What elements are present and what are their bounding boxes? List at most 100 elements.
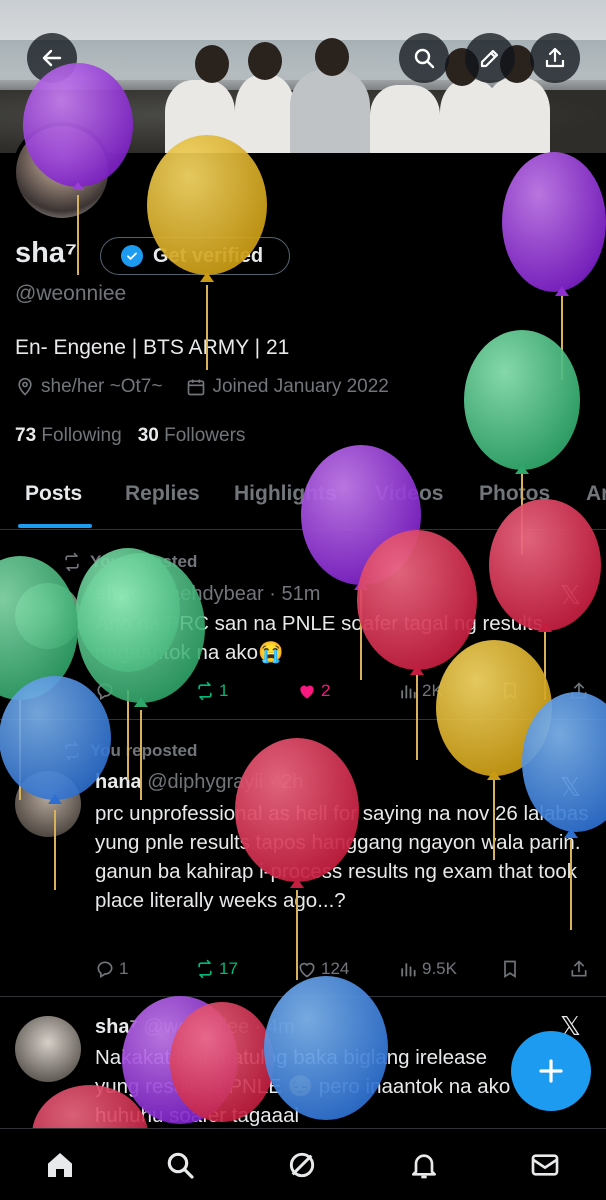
tab-photos[interactable]: Photos [479, 482, 550, 506]
like-count: 124 [321, 959, 350, 978]
banner-person [235, 75, 295, 153]
heart-filled-icon [300, 685, 314, 699]
joined-text: Joined January 2022 [212, 376, 389, 397]
banner-person [165, 80, 235, 153]
repost-button[interactable]: 1 [195, 681, 228, 701]
reply-count: 1 [119, 959, 129, 978]
bookmark-icon [504, 960, 516, 979]
bottom-navigation [0, 1128, 606, 1200]
repost-icon [198, 959, 212, 979]
banner-person [485, 78, 550, 153]
get-verified-label: Get verified [153, 244, 264, 267]
following-link[interactable]: 73 Following [15, 425, 122, 447]
pencil-icon [480, 49, 499, 68]
back-button[interactable] [27, 33, 77, 83]
post-author-name[interactable]: sha⁷ [95, 1016, 138, 1038]
post-author-avatar[interactable] [15, 583, 81, 649]
share-icon [571, 682, 587, 699]
post-author-avatar[interactable] [15, 1016, 81, 1082]
views-button[interactable]: 9.5K [398, 959, 457, 979]
search-icon[interactable] [164, 1149, 196, 1181]
banner-person-head [195, 45, 229, 83]
post-author-handle: @taehdybear [143, 583, 264, 605]
views-icon [401, 963, 416, 977]
post-text: prc unprofessional as hell for saying na… [95, 802, 589, 912]
post-time: · 51m [269, 583, 321, 605]
compose-post-button[interactable] [511, 1031, 591, 1111]
follow-stats: 73 Following 30 Followers [15, 425, 245, 447]
share-post-button[interactable] [569, 681, 589, 701]
balloon-purple [502, 152, 606, 380]
tab-videos[interactable]: Videos [375, 482, 443, 506]
repost-indicator: You reposted [62, 741, 197, 761]
profile-banner[interactable] [0, 0, 606, 153]
post-author-avatar[interactable] [15, 771, 81, 837]
post-text: Nakakatakot matulog baka biglang ireleas… [95, 1046, 511, 1127]
like-count: 2 [321, 681, 331, 700]
profile-meta: she/her ~Ot7~ Joined January 2022 [15, 376, 413, 398]
plus-icon [539, 1059, 563, 1083]
search-button[interactable] [399, 33, 449, 83]
tab-articles[interactable]: Ar [586, 482, 606, 506]
repost-icon [65, 741, 79, 761]
post-header: sha⁷ @weonniee · 4m [95, 1016, 295, 1039]
get-verified-button[interactable]: Get verified [100, 237, 290, 275]
repost-count: 17 [219, 959, 238, 978]
messages-envelope-icon[interactable] [529, 1149, 561, 1181]
banner-person [290, 70, 370, 153]
repost-count: 1 [219, 681, 229, 700]
profile-bio: En- Engene | BTS ARMY | 21 [15, 336, 290, 359]
post-item[interactable]: You reposted hana @diphygrayli · 2h 𝕏 pr… [0, 721, 606, 997]
repost-label: You reposted [90, 552, 198, 571]
pronouns-text: she/her ~Ot7~ [41, 376, 163, 397]
active-tab-indicator [18, 524, 92, 528]
calendar-icon [188, 379, 205, 396]
profile-avatar[interactable] [12, 122, 112, 222]
view-count: 2K [422, 681, 443, 700]
profile-name: sha⁷ [15, 237, 77, 269]
grok-icon[interactable] [286, 1149, 318, 1181]
followers-link[interactable]: 30 Followers [138, 425, 246, 447]
repost-indicator: You reposted [62, 552, 197, 572]
tab-highlights[interactable]: Highlights [234, 482, 337, 506]
heart-icon [299, 962, 315, 978]
repost-button[interactable]: 17 [195, 959, 238, 979]
search-icon [414, 48, 435, 69]
profile-tabs: Posts Replies Highlights Videos Photos A… [0, 470, 606, 530]
share-button[interactable] [530, 33, 580, 83]
views-icon [401, 685, 416, 699]
views-button[interactable]: 2K [398, 681, 443, 701]
post-item[interactable]: You reposted sha⁷ @taehdybear · 51m 𝕏 An… [0, 531, 606, 720]
post-header: sha⁷ @taehdybear · 51m [95, 583, 320, 606]
share-post-button[interactable] [569, 959, 589, 979]
following-label: Following [41, 425, 122, 446]
share-icon [545, 47, 565, 68]
verified-badge-icon [121, 245, 143, 267]
location-pin-icon [18, 377, 32, 396]
repost-label: You reposted [90, 741, 198, 760]
comment-icon [97, 961, 113, 978]
repost-icon [65, 552, 79, 572]
post-time: · 2h [268, 771, 304, 793]
post-author-handle: @diphygrayli [147, 771, 264, 793]
home-icon[interactable] [44, 1149, 76, 1181]
followers-count: 30 [137, 425, 159, 446]
followers-label: Followers [164, 425, 246, 446]
tab-replies[interactable]: Replies [125, 482, 200, 506]
like-button[interactable]: 124 [297, 959, 349, 979]
bookmark-button[interactable] [500, 681, 520, 701]
reply-button[interactable]: 1 [95, 959, 128, 979]
like-button[interactable]: 2 [297, 681, 330, 701]
bookmark-button[interactable] [500, 959, 520, 979]
banner-person-head [248, 42, 282, 80]
tab-posts[interactable]: Posts [25, 482, 82, 506]
post-author-name[interactable]: sha⁷ [95, 583, 138, 605]
notifications-bell-icon[interactable] [408, 1149, 440, 1181]
banner-person [370, 85, 440, 153]
joined-item: Joined January 2022 [186, 376, 389, 398]
post-author-name[interactable]: hana [95, 771, 142, 793]
post-header: hana @diphygrayli · 2h [95, 771, 303, 794]
edit-profile-button[interactable] [465, 33, 515, 83]
post-text: Ano na PRC san na PNLE soafer tagal ng r… [95, 612, 543, 664]
reply-button[interactable] [95, 681, 119, 701]
